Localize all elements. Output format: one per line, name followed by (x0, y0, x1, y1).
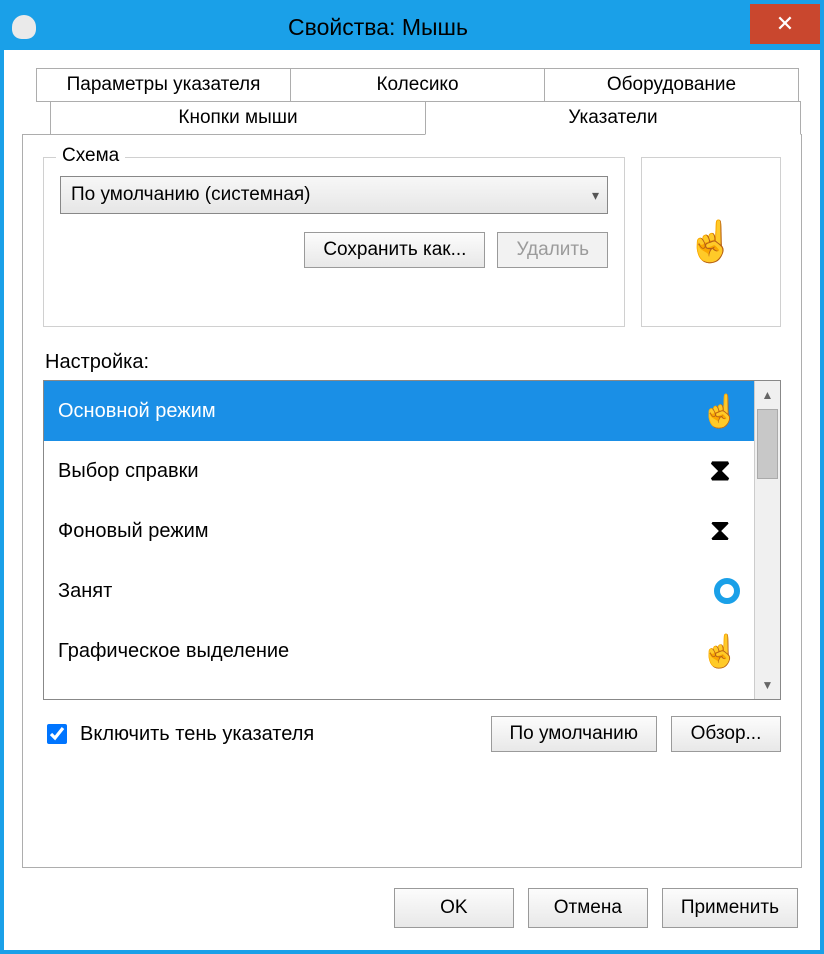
mouse-icon (12, 15, 36, 39)
browse-button[interactable]: Обзор... (671, 716, 781, 752)
mouse-properties-window: Свойства: Мышь ✕ Параметры указателя Кол… (0, 0, 824, 954)
scroll-down-icon[interactable]: ▼ (755, 671, 780, 699)
close-icon: ✕ (776, 11, 794, 37)
save-as-button[interactable]: Сохранить как... (304, 232, 485, 268)
cursor-item-label: Выбор справки (58, 460, 199, 483)
scrollbar[interactable]: ▲ ▼ (754, 381, 780, 699)
busy-ring-icon (714, 578, 740, 604)
tab-wheel[interactable]: Колесико (290, 68, 545, 102)
cursor-list-item[interactable]: Основной режим ☝️ (44, 381, 754, 441)
hand-cursor-icon: ☝️ (700, 632, 740, 670)
hand-cursor-icon: ☝️ (686, 222, 736, 262)
defaults-button[interactable]: По умолчанию (491, 716, 658, 752)
scroll-thumb[interactable] (757, 409, 778, 479)
titlebar: Свойства: Мышь ✕ (4, 4, 820, 50)
cursor-item-label: Основной режим (58, 400, 216, 423)
tab-panel-pointers: Схема По умолчанию (системная) ▾ Сохрани… (22, 134, 802, 868)
tab-pointer-options[interactable]: Параметры указателя (36, 68, 291, 102)
window-title: Свойства: Мышь (6, 14, 750, 41)
cursor-item-label: Занят (58, 580, 112, 603)
cursor-preview: ☝️ (641, 157, 781, 327)
cursor-list-item[interactable]: Занят (44, 561, 754, 621)
cancel-button[interactable]: Отмена (528, 888, 648, 928)
scroll-track[interactable] (755, 409, 780, 671)
scheme-combo[interactable]: По умолчанию (системная) ▾ (60, 176, 608, 214)
cursor-listbox[interactable]: Основной режим☝️Выбор справки⧗Фоновый ре… (44, 381, 754, 699)
shadow-label: Включить тень указателя (80, 723, 314, 746)
cursor-item-label: Графическое выделение (58, 640, 289, 663)
hand-cursor-icon: ☝️ (700, 392, 740, 430)
shadow-checkbox[interactable] (47, 724, 67, 744)
client-area: Параметры указателя Колесико Оборудовани… (4, 50, 820, 868)
close-button[interactable]: ✕ (750, 4, 820, 44)
tab-buttons[interactable]: Кнопки мыши (50, 101, 426, 135)
apply-button[interactable]: Применить (662, 888, 798, 928)
cursor-list-item[interactable]: Графическое выделение ☝️ (44, 621, 754, 681)
customize-label: Настройка: (45, 351, 781, 374)
cursor-list-item[interactable]: Выбор справки ⧗ (44, 441, 754, 501)
hourglass-icon: ⧗ (700, 514, 740, 548)
tab-pointers[interactable]: Указатели (425, 101, 801, 135)
shadow-checkbox-wrap[interactable]: Включить тень указателя (43, 721, 314, 747)
scroll-up-icon[interactable]: ▲ (755, 381, 780, 409)
chevron-down-icon: ▾ (592, 187, 599, 204)
scheme-selected: По умолчанию (системная) (71, 184, 311, 206)
tab-strip: Параметры указателя Колесико Оборудовани… (22, 68, 802, 135)
cursor-item-label: Фоновый режим (58, 520, 209, 543)
scheme-group: Схема По умолчанию (системная) ▾ Сохрани… (43, 157, 625, 327)
dialog-buttons: OK Отмена Применить (4, 868, 820, 950)
cursor-list-container: Основной режим☝️Выбор справки⧗Фоновый ре… (43, 380, 781, 700)
hourglass-icon: ⧗ (700, 454, 740, 488)
tab-hardware[interactable]: Оборудование (544, 68, 799, 102)
scheme-legend: Схема (56, 145, 125, 167)
delete-button: Удалить (497, 232, 608, 268)
ok-button[interactable]: OK (394, 888, 514, 928)
cursor-list-item[interactable]: Фоновый режим ⧗ (44, 501, 754, 561)
